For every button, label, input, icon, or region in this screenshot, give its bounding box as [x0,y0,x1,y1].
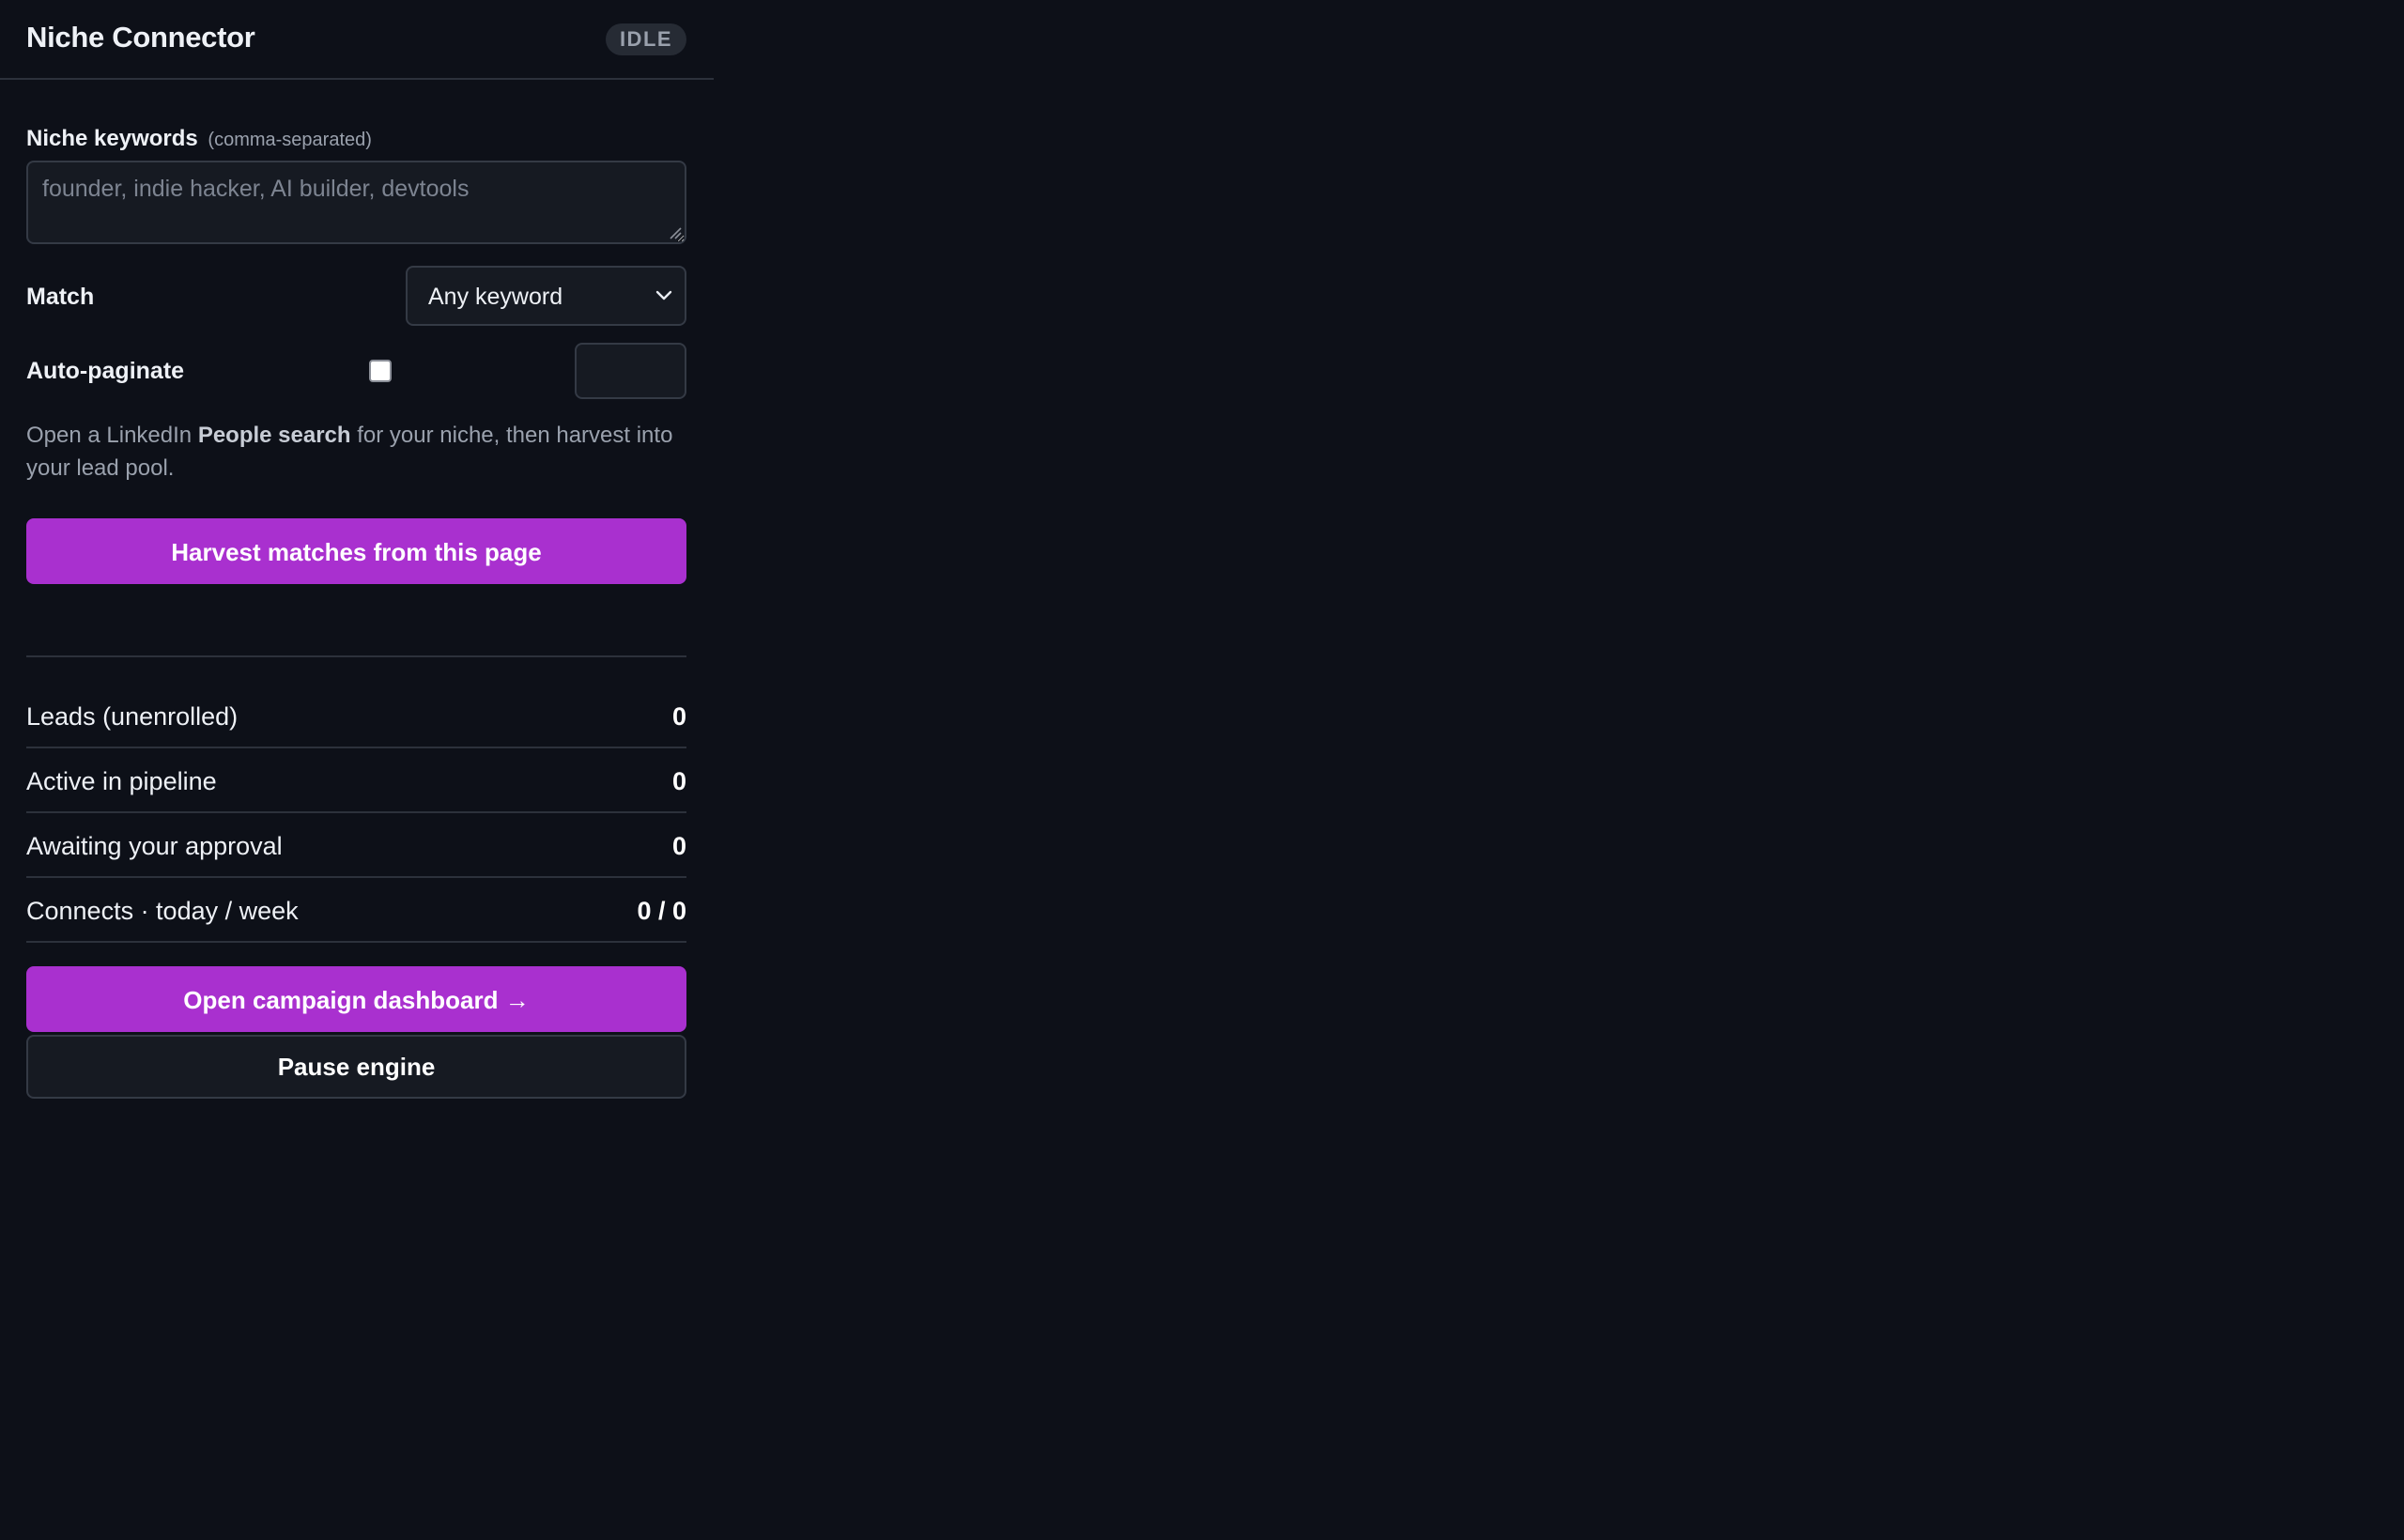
panel-title: Niche Connector [26,21,255,54]
harvest-button[interactable]: Harvest matches from this page [26,518,686,584]
stat-row-connects: Connects · today / week 0 / 0 [26,878,686,943]
keywords-label: Niche keywords (comma-separated) [26,126,372,152]
keywords-label-text: Niche keywords [26,126,198,151]
stat-label: Connects · today / week [26,897,299,925]
open-dashboard-button[interactable]: Open campaign dashboard → [26,966,686,1032]
match-label: Match [26,284,95,310]
stat-row-active: Active in pipeline 0 [26,748,686,813]
helper-text: Open a LinkedIn People search for your n… [26,419,693,485]
pause-engine-button[interactable]: Pause engine [26,1035,686,1099]
chevron-down-icon [655,290,672,300]
autopaginate-checkbox[interactable] [369,360,392,382]
stat-label: Active in pipeline [26,767,217,795]
keywords-hint: (comma-separated) [208,130,372,150]
match-select-value: Any keyword [428,284,563,310]
stat-value: 0 [671,832,686,860]
stat-value: 0 [671,702,686,731]
page-count-input[interactable] [575,343,686,399]
helper-text-emphasis: People search [197,423,351,448]
stat-value: 0 [671,767,686,795]
stat-row-awaiting: Awaiting your approval 0 [26,813,686,878]
match-select[interactable]: Any keyword [406,266,686,326]
stat-value: 0 / 0 [637,897,686,925]
stat-label: Awaiting your approval [26,832,283,860]
status-badge: IDLE [606,23,686,55]
helper-text-prefix: Open a LinkedIn [26,423,198,448]
stat-row-leads: Leads (unenrolled) 0 [26,684,686,748]
niche-connector-panel: Niche Connector IDLE Niche keywords (com… [0,0,714,1540]
section-divider [26,655,686,657]
keywords-input[interactable] [26,161,686,244]
panel-header: Niche Connector IDLE [0,0,714,80]
autopaginate-label: Auto-paginate [26,358,185,384]
stat-label: Leads (unenrolled) [26,702,239,731]
